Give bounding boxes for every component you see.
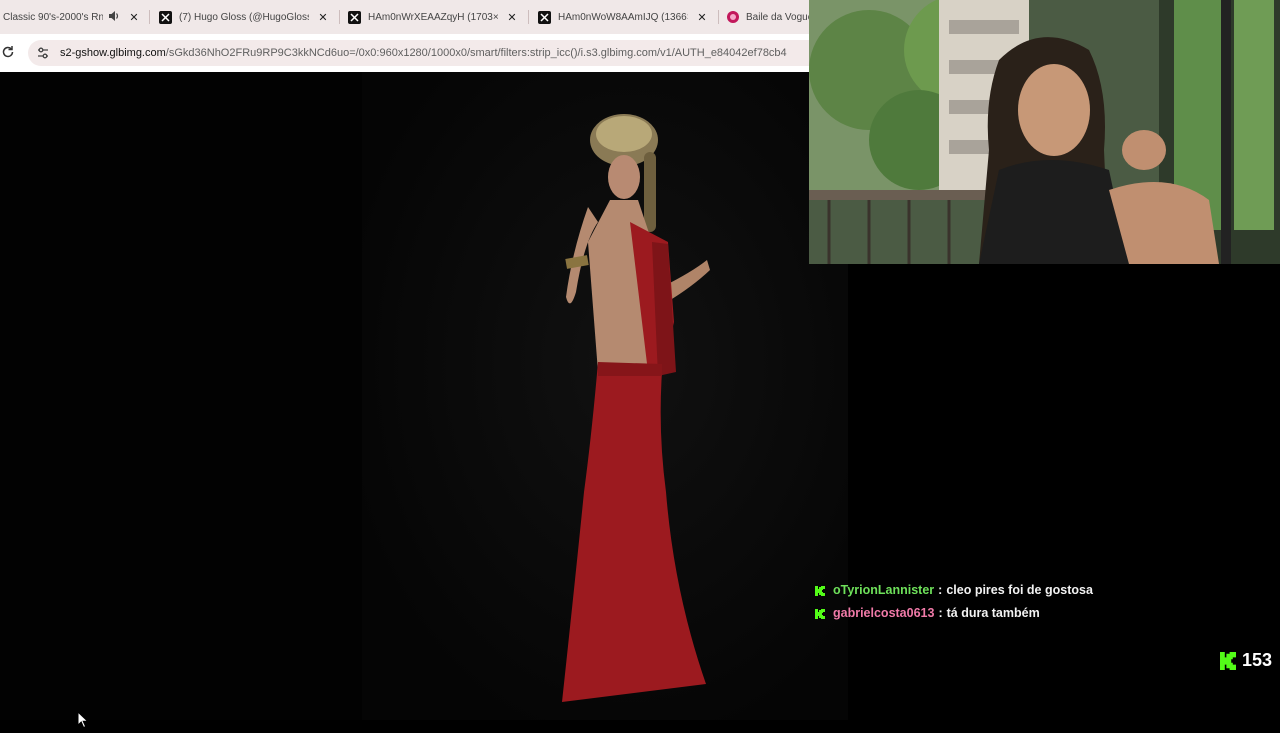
chat-username[interactable]: oTyrionLannister	[833, 583, 934, 597]
address-bar: s2-gshow.glbimg.com/sGkd36NhO2FRu9RP9C3k…	[0, 34, 809, 73]
tab-image-1[interactable]: HAm0nWrXEAAZqyH (1703× ✕	[348, 0, 528, 34]
x-logo-icon	[348, 10, 361, 24]
tab-classic-rnb[interactable]: Classic 90's-2000's RnB ✕	[3, 0, 153, 34]
webcam-feed	[809, 0, 1280, 264]
close-icon[interactable]: ✕	[696, 11, 708, 24]
tab-separator	[339, 10, 340, 24]
speaker-icon[interactable]	[109, 10, 120, 24]
x-logo-icon	[159, 10, 172, 24]
reload-icon[interactable]	[1, 45, 15, 59]
site-settings-icon[interactable]	[36, 46, 50, 60]
tab-separator	[528, 10, 529, 24]
viewer-count-number: 153	[1241, 650, 1272, 670]
displayed-photo	[362, 72, 848, 720]
kick-badge-icon	[815, 608, 825, 619]
tab-hugo-gloss[interactable]: (7) Hugo Gloss (@HugoGloss) ✕	[159, 0, 339, 34]
chat-text: tá dura também	[946, 605, 1040, 620]
url-text: s2-gshow.glbimg.com/sGkd36NhO2FRu9RP9C3k…	[60, 47, 787, 59]
tab-separator	[718, 10, 719, 24]
url-host: s2-gshow.glbimg.com	[60, 47, 166, 59]
viewer-count: 153	[1219, 650, 1272, 671]
tab-title: Classic 90's-2000's RnB	[3, 11, 103, 23]
close-icon[interactable]: ✕	[317, 11, 329, 24]
chat-message: gabrielcosta0613 : tá dura também	[815, 601, 1275, 624]
chat-text: cleo pires foi de gostosa	[946, 582, 1093, 597]
tab-separator	[149, 10, 150, 24]
tab-baile-da-vogue[interactable]: Baile da Vogue	[727, 0, 809, 34]
chat-message: oTyrionLannister : cleo pires foi de gos…	[815, 578, 1275, 601]
stream-chat: oTyrionLannister : cleo pires foi de gos…	[815, 578, 1275, 624]
chat-colon: :	[938, 582, 943, 597]
image-viewer	[0, 72, 848, 729]
browser-tab-bar: Classic 90's-2000's RnB ✕ (7) Hugo Gloss…	[0, 0, 809, 34]
tab-title: Baile da Vogue	[746, 11, 809, 23]
url-path: /sGkd36NhO2FRu9RP9C3kkNCd6uo=/0x0:960x12…	[165, 47, 787, 59]
mouse-pointer-icon	[77, 710, 90, 729]
tab-title: (7) Hugo Gloss (@HugoGloss)	[179, 11, 309, 23]
close-icon[interactable]: ✕	[506, 11, 518, 24]
tab-image-2[interactable]: HAm0nWoW8AAmIJQ (1366× ✕	[538, 0, 718, 34]
tab-title: HAm0nWoW8AAmIJQ (1366×	[558, 11, 688, 23]
x-logo-icon	[538, 10, 551, 24]
chat-username[interactable]: gabrielcosta0613	[833, 606, 934, 620]
kick-logo-icon	[1219, 651, 1236, 670]
vogue-favicon-icon	[727, 11, 739, 23]
close-icon[interactable]: ✕	[128, 11, 140, 24]
kick-badge-icon	[815, 585, 825, 596]
tab-title: HAm0nWrXEAAZqyH (1703×	[368, 11, 498, 23]
chat-colon: :	[938, 605, 943, 620]
url-field[interactable]: s2-gshow.glbimg.com/sGkd36NhO2FRu9RP9C3k…	[28, 40, 809, 66]
